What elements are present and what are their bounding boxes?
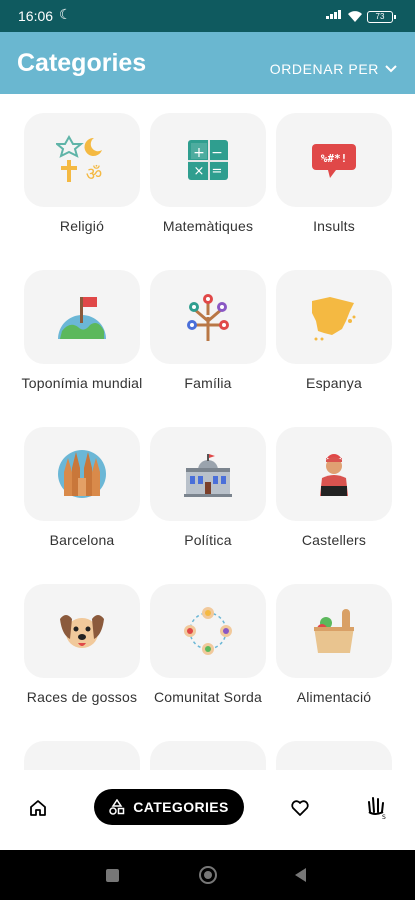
dog-face-icon (60, 615, 104, 648)
battery-icon: 73 (367, 11, 396, 23)
svg-text:S: S (382, 814, 386, 820)
sign-hand-icon[interactable]: S (365, 794, 387, 820)
category-item[interactable]: Família (145, 270, 271, 392)
category-item[interactable] (271, 741, 397, 770)
categories-tab-label: CATEGORIES (133, 799, 229, 815)
calculator-icon: + − × = (188, 140, 228, 180)
category-label: Religió (59, 218, 105, 234)
app-header: Categories ORDENAR PER (0, 32, 415, 94)
bottom-navigation: CATEGORIES S (0, 770, 415, 850)
category-card[interactable] (150, 270, 266, 364)
category-item[interactable]: Alimentació (271, 584, 397, 706)
svg-text:−: − (211, 145, 223, 161)
svg-text:%#*!: %#*! (321, 152, 348, 165)
category-card[interactable] (24, 270, 140, 364)
wifi-icon (348, 11, 362, 22)
category-item[interactable]: ॐ Religió (19, 113, 145, 235)
category-card[interactable] (276, 270, 392, 364)
svg-text:×: × (194, 164, 205, 179)
do-not-disturb-icon: ☾ (59, 6, 72, 22)
parliament-building-icon (184, 454, 232, 497)
category-label: Comunitat Sorda (153, 689, 263, 705)
category-label: Barcelona (49, 532, 115, 548)
signal-icon (326, 10, 341, 19)
category-item[interactable]: Política (145, 427, 271, 549)
back-button[interactable] (295, 868, 306, 882)
category-label: Insults (313, 218, 355, 234)
sort-label: ORDENAR PER (269, 61, 379, 77)
community-people-icon (184, 607, 232, 655)
family-tree-icon (187, 294, 229, 341)
page-title: Categories (17, 49, 147, 77)
category-card[interactable]: %#*! (276, 113, 392, 207)
shapes-icon (109, 799, 125, 815)
category-item[interactable]: Toponímia mundial (19, 270, 145, 392)
chevron-down-icon (385, 65, 397, 73)
category-card[interactable] (276, 427, 392, 521)
category-card[interactable] (150, 427, 266, 521)
category-item[interactable]: Castellers (271, 427, 397, 549)
categories-tab[interactable]: CATEGORIES (94, 789, 244, 825)
category-card[interactable] (24, 584, 140, 678)
category-label: Toponímia mundial (21, 375, 143, 391)
category-item[interactable]: Comunitat Sorda (145, 584, 271, 706)
svg-text:ॐ: ॐ (86, 164, 102, 185)
category-label: Races de gossos (26, 689, 138, 705)
sagrada-familia-icon (58, 450, 106, 498)
globe-with-flag-icon (58, 297, 106, 339)
categories-grid: ॐ Religió + − × = Matemàtiques %#*! Insu… (0, 94, 415, 770)
grocery-bag-icon (314, 609, 354, 653)
category-item[interactable]: Barcelona (19, 427, 145, 549)
system-navigation-bar (0, 850, 415, 900)
system-home-button[interactable] (199, 866, 217, 884)
casteller-person-icon (320, 454, 348, 496)
category-label: Alimentació (296, 689, 372, 705)
category-card[interactable] (276, 584, 392, 678)
svg-text:=: = (212, 164, 223, 179)
category-card[interactable] (24, 427, 140, 521)
category-item[interactable]: Espanya (271, 270, 397, 392)
category-item[interactable] (19, 741, 145, 770)
category-card[interactable] (24, 741, 140, 770)
category-item[interactable]: %#*! Insults (271, 113, 397, 235)
category-label: Espanya (306, 375, 362, 391)
category-label: Matemàtiques (162, 218, 254, 234)
status-bar: 16:06 ☾ 73 (0, 0, 415, 32)
category-label: Família (184, 375, 232, 391)
category-card[interactable] (276, 741, 392, 770)
category-item[interactable] (145, 741, 271, 770)
religion-symbols-icon: ॐ (56, 134, 102, 185)
spain-map-icon (312, 297, 356, 341)
category-item[interactable]: Races de gossos (19, 584, 145, 706)
category-item[interactable]: + − × = Matemàtiques (145, 113, 271, 235)
svg-text:+: + (193, 145, 205, 161)
category-card[interactable]: + − × = (150, 113, 266, 207)
heart-icon[interactable] (290, 798, 310, 818)
category-card[interactable] (150, 741, 266, 770)
swearing-speech-bubble-icon: %#*! (312, 144, 356, 178)
category-label: Castellers (301, 532, 367, 548)
category-label: Política (184, 532, 232, 548)
recent-apps-button[interactable] (106, 869, 119, 882)
sort-button[interactable]: ORDENAR PER (270, 61, 397, 77)
category-card[interactable]: ॐ (24, 113, 140, 207)
status-time: 16:06 (18, 8, 54, 24)
category-card[interactable] (150, 584, 266, 678)
home-icon[interactable] (28, 798, 48, 818)
